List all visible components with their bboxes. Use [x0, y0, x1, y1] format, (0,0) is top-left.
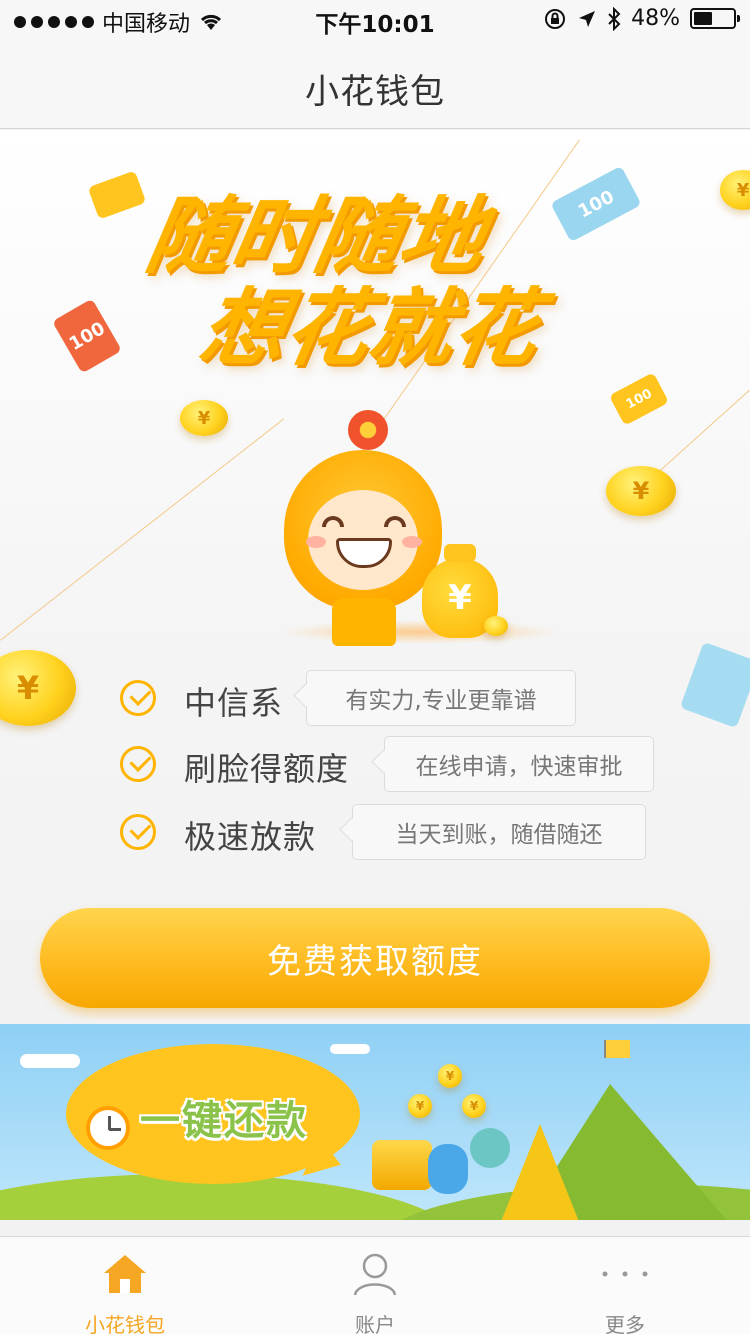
tab-account[interactable]: 账户: [250, 1237, 500, 1334]
feature-desc-bubble: 在线申请，快速审批: [384, 736, 654, 792]
location-icon: [579, 10, 596, 27]
coin-stack-icon: [484, 616, 508, 636]
tab-wallet[interactable]: 小花钱包: [0, 1237, 250, 1334]
slogan-line-1: 随时随地: [139, 187, 493, 285]
slogan-line-2: 想花就花: [193, 279, 547, 377]
mascot-character: [284, 410, 444, 650]
decor-thread: [660, 389, 750, 471]
tab-label: 小花钱包: [85, 1313, 165, 1334]
alarm-clock-icon: [86, 1106, 130, 1150]
tab-label: 账户: [355, 1313, 395, 1334]
feature-item: 刷脸得额度 在线申请，快速审批: [0, 736, 750, 796]
coin-icon: ¥: [606, 466, 676, 516]
tab-bar: 小花钱包 账户 更多: [0, 1236, 750, 1334]
coin-icon: ¥: [720, 170, 750, 210]
flag-icon: [604, 1040, 630, 1058]
coin-icon: ¥: [180, 400, 228, 436]
coin-icon: ¥: [408, 1094, 432, 1118]
tab-label: 更多: [605, 1313, 645, 1334]
boy-character: [428, 1144, 468, 1194]
banknote-icon: 100: [550, 165, 642, 243]
coin-icon: ¥: [438, 1064, 462, 1088]
check-icon: [120, 814, 156, 850]
home-icon: [104, 1255, 146, 1293]
mascot-cheek: [306, 536, 326, 548]
mountain: [500, 1124, 580, 1220]
decor-thread: [0, 418, 285, 641]
tree-icon: [470, 1128, 510, 1168]
check-icon: [120, 680, 156, 716]
get-credit-button[interactable]: 免费获取额度: [40, 908, 710, 1008]
mascot-cheek: [402, 536, 422, 548]
feature-label: 刷脸得额度: [184, 750, 350, 788]
mascot-body: [332, 598, 396, 646]
feature-desc-bubble: 有实力,专业更靠谱: [306, 670, 576, 726]
banknote-icon: [87, 170, 147, 220]
coin-icon: ¥: [462, 1094, 486, 1118]
battery-percent: 48%: [631, 6, 680, 31]
banknote-icon: 100: [608, 372, 670, 426]
feature-item: 极速放款 当天到账，随借随还: [0, 804, 750, 864]
more-icon: [602, 1271, 648, 1277]
flower-icon: [348, 410, 388, 450]
repay-label: 一键还款: [140, 1098, 308, 1144]
orientation-lock-icon: [545, 8, 566, 29]
navigation-bar: 小花钱包: [0, 40, 750, 129]
cloud: [20, 1054, 80, 1068]
slogan: 随时随地 想花就花: [124, 187, 562, 377]
feature-label: 中信系: [184, 684, 284, 722]
feature-label: 极速放款: [184, 818, 317, 856]
status-bar: 中国移动 下午10:01 48%: [0, 0, 750, 40]
repay-banner[interactable]: 一键还款 ¥ ¥ ¥: [0, 1024, 750, 1220]
promo-hero: 随时随地 想花就花 ¥ ¥ ¥ ¥ 100 100 100 ¥ 中信系 有实力,…: [0, 130, 750, 1020]
cloud: [330, 1044, 370, 1054]
tab-more[interactable]: 更多: [500, 1237, 750, 1334]
feature-desc-bubble: 当天到账，随借随还: [352, 804, 646, 860]
user-icon: [353, 1253, 397, 1296]
feature-item: 中信系 有实力,专业更靠谱: [0, 670, 750, 730]
banknote-icon: 100: [52, 298, 122, 374]
check-icon: [120, 746, 156, 782]
battery-icon: [690, 8, 740, 29]
coin-stack-icon: [372, 1140, 432, 1190]
bluetooth-icon: [608, 6, 621, 31]
page-title: 小花钱包: [305, 72, 445, 112]
